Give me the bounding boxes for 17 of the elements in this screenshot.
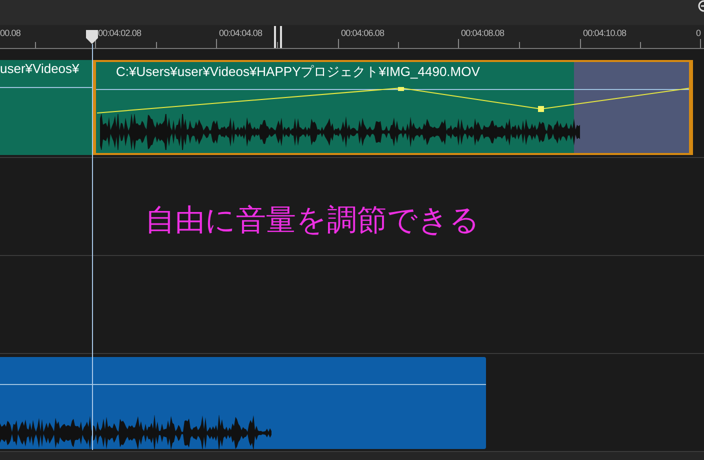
time-label: 00.08 <box>0 28 21 38</box>
playhead-handle[interactable] <box>86 30 98 44</box>
time-label: 00:04:08.08 <box>461 28 504 38</box>
ruler-marker[interactable] <box>280 26 282 48</box>
ruler-marker[interactable] <box>274 26 276 48</box>
time-label: 00:04:04.08 <box>219 28 262 38</box>
annotation-text: 自由に音量を調節できる <box>145 202 480 240</box>
audio-clip[interactable] <box>0 357 486 449</box>
time-label: 00:04:06.08 <box>341 28 384 38</box>
time-label: 00:04:10.08 <box>583 28 626 38</box>
media-clip[interactable]: C:¥Users¥user¥Videos¥HAPPYプロジェクト¥IMG_4490.MOV <box>93 60 693 155</box>
time-label: 0 <box>696 28 701 38</box>
time-ruler[interactable]: 00.08 00:04:02.08 00:04:04.08 00:04:06.08 00:04:08.08 00:04:10.08 0 <box>0 25 704 49</box>
clip-path-label: C:¥Users¥user¥Videos¥HAPPYプロジェクト¥IMG_4490.MOV <box>116 63 480 81</box>
time-label: 00:04:02.08 <box>98 28 142 38</box>
clip-path-label: user¥Videos¥ <box>0 61 80 76</box>
media-clip[interactable]: user¥Videos¥ <box>0 60 92 155</box>
